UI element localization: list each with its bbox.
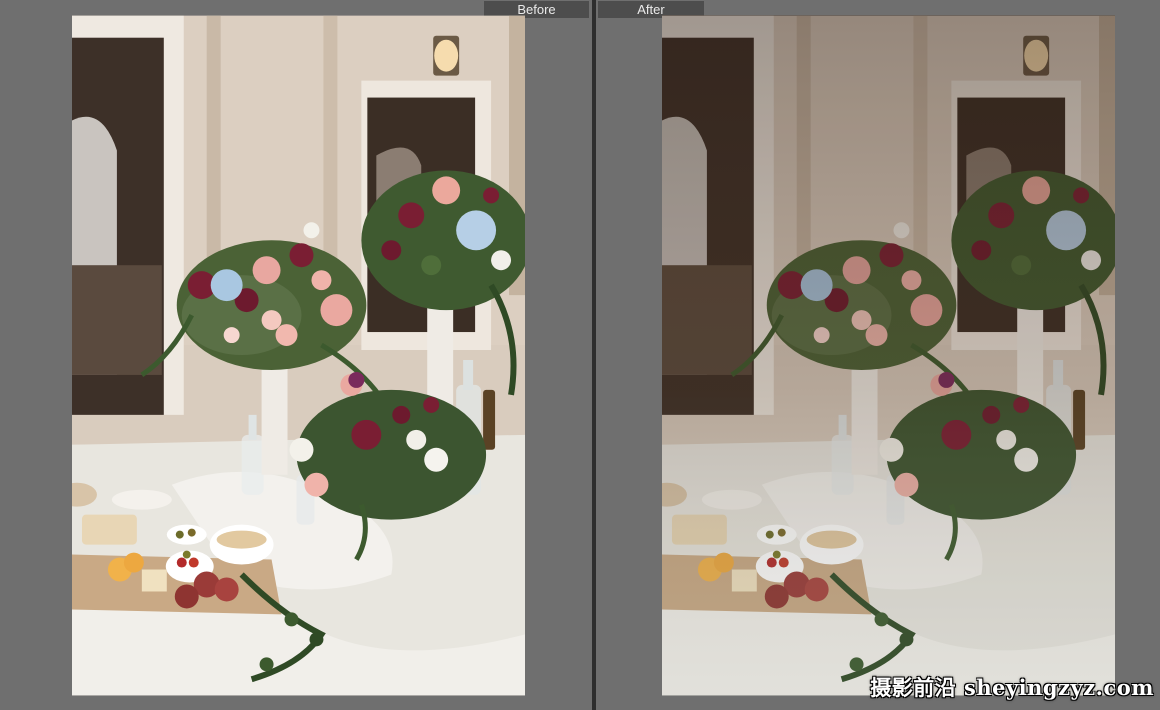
after-image xyxy=(662,15,1115,696)
watermark: 摄影前沿 sheyingzyz.com xyxy=(870,675,1154,700)
after-photo[interactable] xyxy=(662,15,1115,696)
before-image xyxy=(72,15,525,696)
after-pane: After xyxy=(596,0,1160,710)
before-photo[interactable] xyxy=(72,15,525,696)
before-pane: Before xyxy=(0,0,592,710)
